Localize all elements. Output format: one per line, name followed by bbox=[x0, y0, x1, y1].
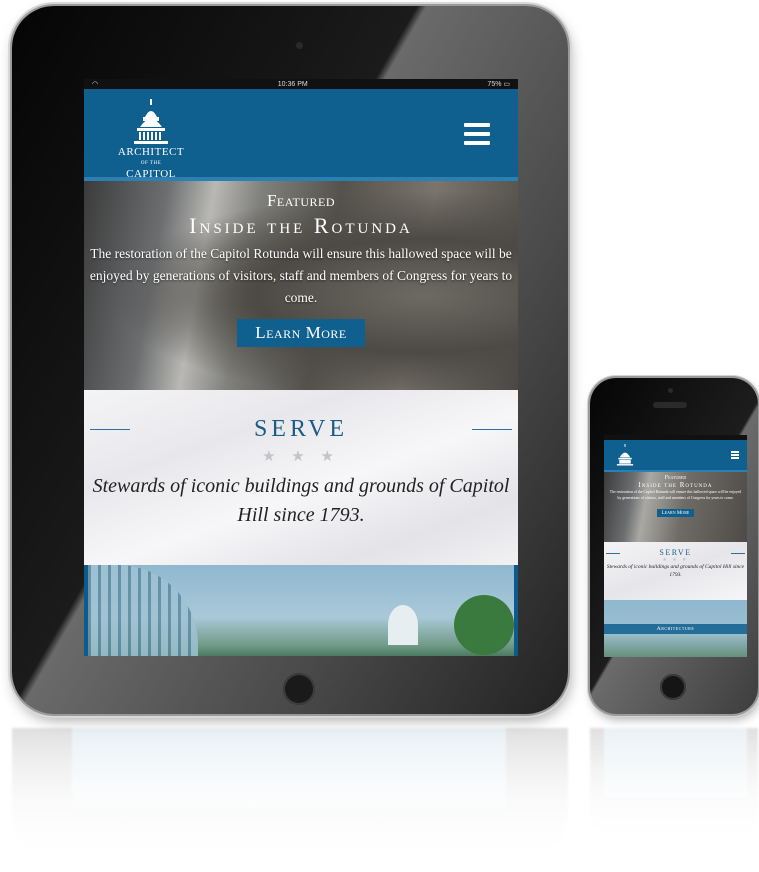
phone-serve-section: SERVE ★ ★ ★ Stewards of iconic buildings… bbox=[604, 542, 747, 600]
logo-of-the: OF THE bbox=[140, 161, 162, 166]
featured-hero: Featured Inside the Rotunda The restorat… bbox=[84, 181, 518, 390]
hamburger-menu-icon[interactable] bbox=[731, 451, 739, 460]
learn-more-button[interactable]: Learn More bbox=[237, 319, 365, 347]
phone-camera bbox=[668, 388, 673, 393]
phone-hero-kicker: Featured bbox=[664, 475, 687, 481]
tablet-home-button[interactable] bbox=[283, 673, 315, 705]
site-header: ARCHITECT OF THE CAPITOL bbox=[84, 89, 518, 181]
serve-section: SERVE ★ ★ ★ Stewards of iconic buildings… bbox=[84, 390, 518, 565]
phone-device: Featured Inside the Rotunda The restorat… bbox=[590, 378, 758, 714]
logo-capitol-word: CAPITOL bbox=[126, 168, 176, 181]
reflection-fade bbox=[0, 720, 759, 872]
phone-hero-description: The restoration of the Capitol Rotunda w… bbox=[609, 490, 742, 500]
hamburger-menu-icon[interactable] bbox=[464, 123, 490, 145]
tablet-camera bbox=[296, 42, 303, 49]
logo-line-capitol: OF THE CAPITOL bbox=[116, 158, 186, 180]
phone-hero-title: Inside the Rotunda bbox=[638, 481, 713, 489]
tablet-screen: ◠ 10:36 PM 75% ▭ ARCHITECT OF THE CAPITO… bbox=[84, 79, 518, 656]
capitol-dome-image bbox=[388, 605, 418, 645]
wifi-icon: ◠ bbox=[92, 81, 99, 88]
trees-image bbox=[454, 595, 514, 655]
phone-featured-hero: Featured Inside the Rotunda The restorat… bbox=[604, 472, 747, 542]
tablet-device: ◠ 10:36 PM 75% ▭ ARCHITECT OF THE CAPITO… bbox=[12, 6, 568, 714]
phone-architecture-photo[interactable]: Architecture bbox=[604, 600, 747, 657]
hero-title: Inside the Rotunda bbox=[189, 213, 413, 238]
phone-learn-more-button[interactable]: Learn More bbox=[656, 509, 695, 517]
serve-stars: ★ ★ ★ bbox=[262, 449, 340, 465]
phone-serve-tagline: Stewards of iconic buildings and grounds… bbox=[606, 564, 745, 578]
logo-line-architect: ARCHITECT bbox=[117, 146, 185, 158]
phone-site-header bbox=[604, 440, 747, 472]
phone-home-button[interactable] bbox=[660, 674, 686, 700]
phone-serve-rule-left bbox=[606, 553, 620, 554]
serve-tagline: Stewards of iconic buildings and grounds… bbox=[92, 475, 510, 526]
capitol-dome-icon bbox=[134, 99, 168, 144]
phone-serve-title: SERVE bbox=[659, 548, 692, 557]
phone-screen: Featured Inside the Rotunda The restorat… bbox=[604, 435, 747, 657]
hero-description: The restoration of the Capitol Rotunda w… bbox=[89, 246, 513, 305]
serve-rule-right bbox=[472, 429, 512, 430]
hero-kicker: Featured bbox=[266, 191, 336, 210]
status-time: 10:36 PM bbox=[277, 80, 308, 88]
phone-architecture-label[interactable]: Architecture bbox=[604, 624, 747, 634]
capitol-dome-icon[interactable] bbox=[614, 444, 636, 466]
phone-speaker bbox=[653, 402, 687, 408]
architecture-photo[interactable] bbox=[88, 565, 514, 656]
serve-rule-left bbox=[90, 429, 130, 430]
status-battery: 75% ▭ bbox=[487, 81, 510, 88]
serve-title: SERVE bbox=[253, 416, 349, 442]
battery-percent: 75% bbox=[487, 81, 502, 88]
site-logo[interactable]: ARCHITECT OF THE CAPITOL bbox=[116, 99, 186, 180]
phone-serve-rule-right bbox=[731, 553, 745, 554]
conservatory-glass-image bbox=[88, 565, 198, 656]
status-bar: ◠ 10:36 PM 75% ▭ bbox=[84, 79, 518, 89]
